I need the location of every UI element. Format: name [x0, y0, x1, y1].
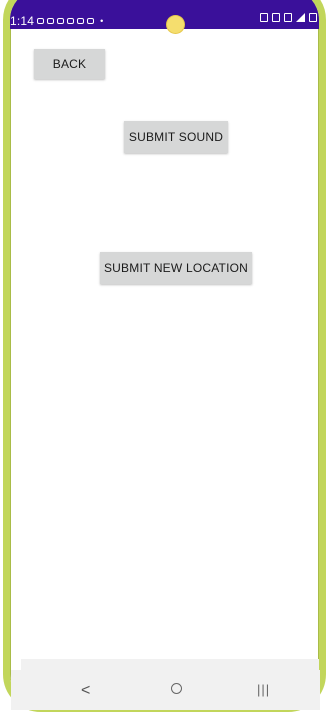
battery-icon — [309, 13, 317, 22]
nav-back-icon[interactable]: < — [81, 682, 90, 700]
phone-frame: 1:14 • — [3, 0, 326, 712]
mute-icon — [284, 13, 292, 22]
nav-recents-icon[interactable]: ||| — [257, 682, 270, 697]
nfc-icon — [272, 13, 280, 22]
gallery-notification-icon — [37, 18, 45, 24]
screen: 1:14 • BACK SUBMIT SOUND SUBMIT NEW LOCA… — [0, 0, 335, 721]
app-notification-icon — [57, 18, 65, 24]
app-notification-icon — [67, 18, 75, 24]
app-notification-icon — [87, 18, 95, 24]
system-nav-bar: < ||| — [11, 670, 320, 710]
status-left: 1:14 • — [10, 14, 103, 28]
app-notification-icon — [47, 18, 55, 24]
submit-new-location-button[interactable]: SUBMIT NEW LOCATION — [100, 252, 252, 284]
more-notifications-dot: • — [100, 16, 104, 26]
app-notification-icon — [77, 18, 85, 24]
front-camera-icon — [167, 16, 184, 33]
signal-icon — [296, 13, 305, 22]
status-right — [260, 13, 317, 22]
battery-saver-icon — [260, 13, 268, 22]
status-time: 1:14 — [10, 14, 35, 28]
back-button[interactable]: BACK — [34, 49, 105, 79]
status-bar: 1:14 • — [10, 0, 319, 29]
submit-sound-button[interactable]: SUBMIT SOUND — [124, 121, 228, 153]
nav-home-icon[interactable] — [171, 683, 182, 694]
